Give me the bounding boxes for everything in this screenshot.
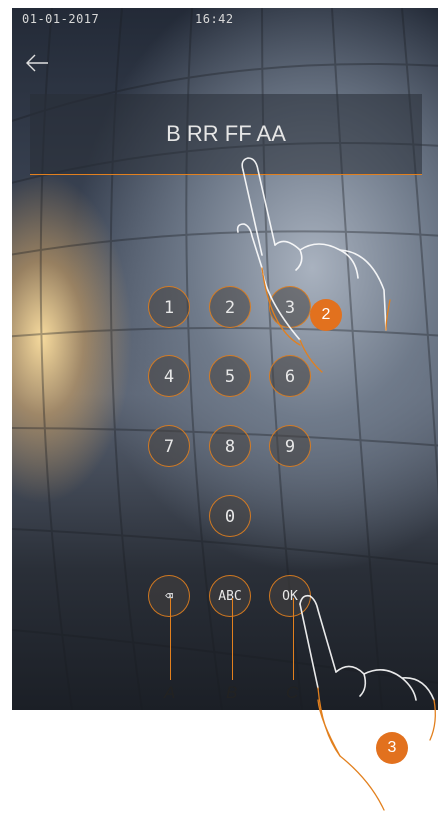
pointing-hand-icon (236, 157, 436, 811)
callout-label-b: B (226, 683, 238, 702)
callout-label-c: C (286, 683, 299, 702)
callout-line-a (170, 598, 171, 680)
callout-label-a: A (164, 683, 176, 702)
step-3-badge: 3 (376, 732, 408, 764)
callout-line-b (232, 598, 233, 680)
callout-line-c (293, 598, 294, 680)
